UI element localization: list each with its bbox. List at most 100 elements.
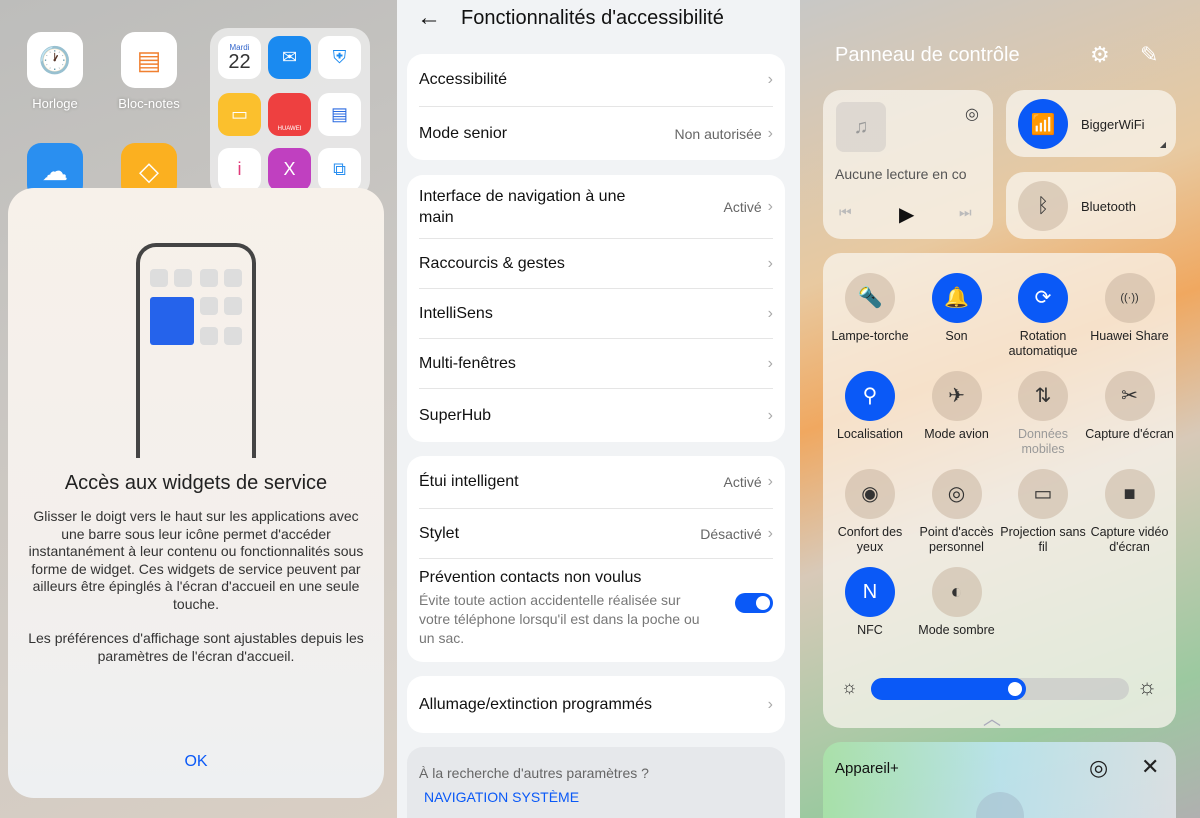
app-bloc-notes[interactable]: ▤ — [121, 32, 177, 88]
calendar-icon: Mardi 22 — [218, 36, 261, 79]
tile-hotspot[interactable]: ◎ Point d'accès personnel — [912, 469, 1002, 555]
search-suggestion: À la recherche d'autres paramètres ? NAV… — [407, 747, 785, 818]
bluetooth-label: Bluetooth — [1081, 199, 1136, 214]
huawei-label: HUAWEI — [277, 126, 302, 132]
shortcut-grid: ☼ ☼ ︿ 🔦 Lampe-torche 🔔 Son ⟳ Rotation automat… — [823, 253, 1176, 731]
setting-label: Allumage/extinction programmés — [419, 695, 652, 713]
ok-button[interactable]: OK — [8, 753, 384, 771]
tile-label: Lampe-torche — [831, 329, 909, 343]
phone-illustration — [136, 243, 256, 458]
tile-label: Huawei Share — [1090, 329, 1169, 343]
tile-label: Rotation automatique — [1008, 329, 1078, 358]
tile-label: Mode sombre — [918, 623, 995, 637]
tile-label: NFC — [857, 623, 883, 637]
tile-label: Capture d'écran — [1085, 427, 1174, 441]
calendar-date: 22 — [228, 50, 251, 73]
tile-location[interactable]: ⚲ Localisation — [825, 371, 915, 442]
previous-icon[interactable]: ⏮ — [839, 204, 852, 221]
setting-superhub[interactable]: SuperHub › — [419, 389, 773, 442]
settings-group: Interface de navigation à une main Activé… — [407, 175, 785, 442]
gear-icon[interactable]: ⚙ — [1090, 42, 1110, 68]
screenshot-icon: ✂ — [1104, 371, 1155, 421]
mail-icon: ✉ — [268, 36, 311, 79]
setting-label: Mode senior — [419, 124, 508, 142]
expand-icon[interactable]: ◢ — [1160, 140, 1166, 149]
play-icon[interactable]: ▶ — [899, 202, 914, 227]
chevron-right-icon: › — [767, 406, 773, 424]
setting-scheduled-power[interactable]: Allumage/extinction programmés › — [419, 676, 773, 733]
close-icon[interactable]: ✕ — [1141, 754, 1159, 780]
setting-accessibilite[interactable]: Accessibilité › — [419, 54, 773, 107]
audio-output-icon[interactable]: ◎ — [965, 104, 979, 124]
setting-value: Non autorisée — [674, 125, 762, 142]
editor-icon: X — [268, 148, 311, 191]
setting-label: Raccourcis & gestes — [419, 254, 565, 272]
setting-label: Stylet — [419, 524, 460, 542]
setting-accidental-touch[interactable]: Prévention contacts non voulus Évite tout… — [419, 559, 773, 662]
chevron-right-icon: › — [767, 695, 773, 713]
accidental-touch-toggle[interactable] — [735, 593, 773, 613]
tips-icon: i — [218, 148, 261, 191]
collapse-chevron-icon[interactable]: ︿ — [983, 705, 1001, 731]
setting-label: Étui intelligent — [419, 473, 519, 490]
dialog-title: Accès aux widgets de service — [64, 472, 328, 494]
device-search-icon[interactable] — [976, 792, 1024, 818]
home-screen: 🕐 Horloge ▤ Bloc-notes ☁ ◇ Mardi 22 ✉ ⛨ ▭… — [0, 0, 397, 818]
tile-bell[interactable]: 🔔 Son — [912, 273, 1002, 344]
suggestion-text: À la recherche d'autres paramètres ? — [419, 765, 649, 781]
airplane-icon: ✈ — [931, 371, 982, 421]
tile-label: Confort des yeux — [837, 525, 903, 554]
edit-icon[interactable]: ✎ — [1140, 42, 1158, 68]
brightness-low-icon: ☼ — [841, 677, 858, 697]
setting-shortcuts[interactable]: Raccourcis & gestes › — [419, 239, 773, 289]
brightness-slider[interactable] — [871, 678, 1129, 700]
screen-record-icon: ■ — [1104, 469, 1155, 519]
device-plus-card: Appareil+ ◎ ✕ — [823, 742, 1176, 818]
setting-label: IntelliSens — [419, 304, 493, 322]
wifi-tile[interactable]: 📶 BiggerWiFi ◢ — [1006, 90, 1176, 157]
tile-airplane[interactable]: ✈ Mode avion — [912, 371, 1002, 442]
accessibility-settings: ← Fonctionnalités d'accessibilité Accessi… — [397, 0, 800, 818]
bluetooth-tile[interactable]: ᛒ Bluetooth — [1006, 172, 1176, 239]
app-folder[interactable]: Mardi 22 ✉ ⛨ ▭ HUAWEI ▤ i X ⧉ — [210, 28, 370, 198]
setting-one-hand[interactable]: Interface de navigation à une main Activé… — [419, 175, 773, 239]
setting-multi-window[interactable]: Multi-fenêtres › — [419, 339, 773, 389]
bluetooth-icon: ᛒ — [1018, 181, 1068, 231]
tile-dark-mode[interactable]: ◐ Mode sombre — [912, 567, 1002, 638]
widget-icon — [150, 297, 194, 345]
tile-nfc[interactable]: N NFC — [825, 567, 915, 638]
settings-group: Étui intelligent Activé › Stylet Désactivé ›… — [407, 456, 785, 662]
back-arrow-icon[interactable]: ← — [417, 4, 441, 32]
tile-screenshot[interactable]: ✂ Capture d'écran — [1085, 371, 1175, 442]
setting-label: Accessibilité — [419, 71, 508, 88]
dialog-text: Glisser le doigt vers le haut sur les ap… — [28, 508, 364, 612]
system-navigation-link[interactable]: NAVIGATION SYSTÈME — [424, 789, 773, 805]
wifi-icon: 📶 — [1018, 99, 1068, 149]
scan-icon[interactable]: ◎ — [1089, 755, 1108, 781]
setting-description: Évite toute action accidentelle réalisée… — [419, 592, 700, 646]
setting-stylus[interactable]: Stylet Désactivé › — [419, 509, 773, 559]
tile-cast[interactable]: ▭ Projection sans fil — [998, 469, 1088, 555]
dialog-body: Glisser le doigt vers le haut sur les ap… — [28, 508, 364, 665]
app-horloge[interactable]: 🕐 — [27, 32, 83, 88]
chevron-right-icon: › — [767, 354, 773, 372]
setting-smart-cover[interactable]: Étui intelligent Activé › — [419, 456, 773, 509]
brightness-handle[interactable] — [1007, 682, 1022, 696]
setting-label: SuperHub — [419, 406, 492, 424]
document-icon: ▤ — [318, 93, 361, 136]
chevron-right-icon: › — [767, 254, 773, 272]
media-card[interactable]: ♫ ◎ Aucune lecture en co ⏮ ▶ ⏭ — [823, 90, 993, 239]
tile-flashlight[interactable]: 🔦 Lampe-torche — [825, 273, 915, 344]
files-icon: ▭ — [218, 93, 261, 136]
tile-share[interactable]: ((·)) Huawei Share — [1085, 273, 1175, 344]
tile-mobile-data[interactable]: ⇅ Données mobiles — [998, 371, 1088, 457]
tile-screen-record[interactable]: ■ Capture vidéo d'écran — [1085, 469, 1175, 555]
setting-mode-senior[interactable]: Mode senior Non autorisée › — [419, 107, 773, 160]
next-icon[interactable]: ⏭ — [959, 204, 972, 221]
setting-intellisens[interactable]: IntelliSens › — [419, 289, 773, 339]
panel-title: Panneau de contrôle — [835, 44, 1020, 66]
tile-eye[interactable]: ◉ Confort des yeux — [825, 469, 915, 555]
setting-value: Activé — [723, 198, 762, 215]
tile-rotation[interactable]: ⟳ Rotation automatique — [998, 273, 1088, 359]
flashlight-icon: 🔦 — [845, 273, 895, 323]
